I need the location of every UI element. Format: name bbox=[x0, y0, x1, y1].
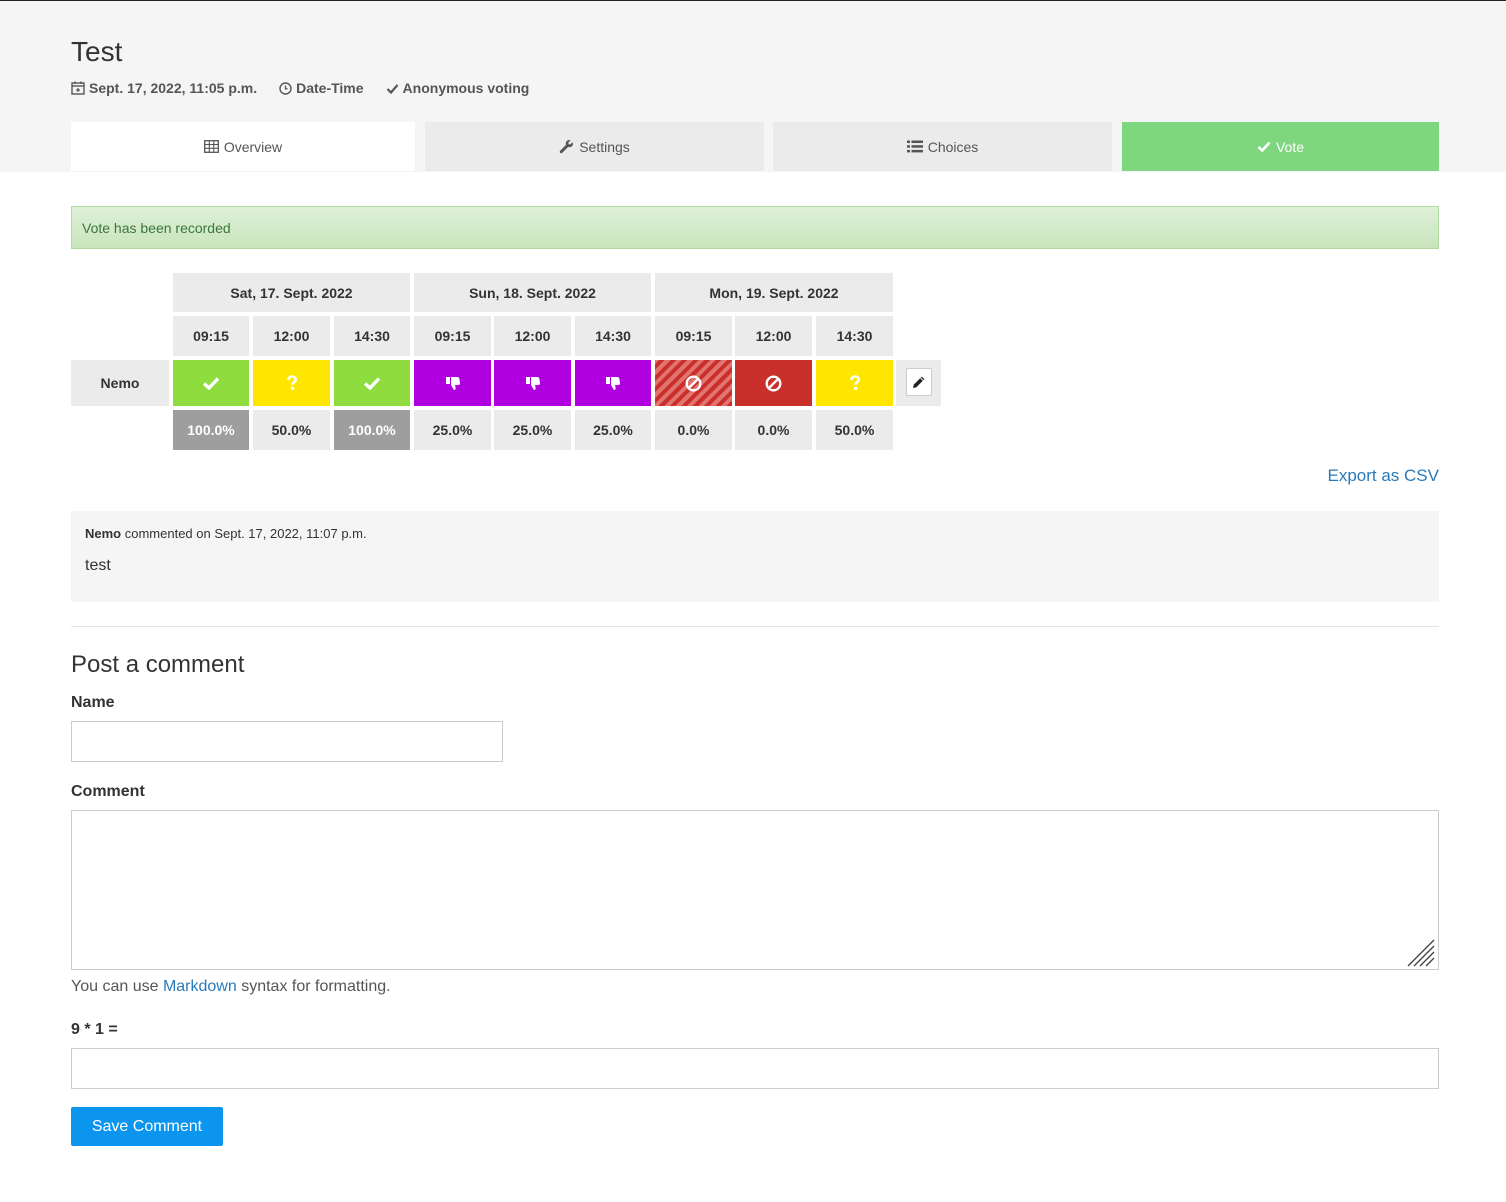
captcha-label: 9 * 1 = bbox=[71, 1021, 118, 1038]
poll-type-text: Date-Time bbox=[296, 80, 364, 96]
name-label: Name bbox=[71, 694, 115, 711]
poll-date: Sept. 17, 2022, 11:05 p.m. bbox=[71, 80, 257, 96]
poll-type: Date-Time bbox=[279, 80, 364, 96]
time-header: 09:15 bbox=[173, 316, 249, 356]
question-icon bbox=[849, 375, 860, 390]
score-cell-best: 100.0% bbox=[173, 410, 249, 450]
comment-author: Nemo bbox=[85, 526, 122, 541]
vote-cell-veto-striped bbox=[655, 360, 732, 406]
comment-label: Comment bbox=[71, 783, 145, 800]
clock-icon bbox=[279, 81, 292, 95]
poll-voting-text: Anonymous voting bbox=[402, 80, 530, 96]
comment-header: Nemo commented on Sept. 17, 2022, 11:07 … bbox=[85, 526, 367, 541]
wrench-icon bbox=[559, 140, 574, 154]
captcha-field[interactable] bbox=[71, 1048, 1439, 1089]
post-comment-heading: Post a comment bbox=[71, 651, 245, 678]
comment-field[interactable] bbox=[71, 810, 1439, 970]
vote-cell-maybe bbox=[816, 360, 893, 406]
vote-cell-yes bbox=[173, 360, 249, 406]
time-header: 12:00 bbox=[494, 316, 571, 356]
vote-cell-veto bbox=[735, 360, 812, 406]
poll-voting: Anonymous voting bbox=[386, 80, 530, 96]
check-icon bbox=[363, 377, 381, 390]
vote-cell-no bbox=[494, 360, 571, 406]
edit-vote-button[interactable] bbox=[906, 368, 932, 396]
day-header: Sat, 17. Sept. 2022 bbox=[173, 273, 410, 312]
check-icon bbox=[386, 83, 398, 94]
check-icon bbox=[202, 377, 220, 390]
voter-name: Nemo bbox=[71, 360, 169, 406]
vote-cell-no bbox=[414, 360, 491, 406]
score-cell: 0.0% bbox=[735, 410, 812, 450]
score-cell: 0.0% bbox=[655, 410, 732, 450]
name-field[interactable] bbox=[71, 721, 503, 762]
vote-cell-maybe bbox=[253, 360, 330, 406]
time-header: 12:00 bbox=[253, 316, 330, 356]
tab-settings[interactable]: Settings bbox=[425, 122, 764, 171]
table-icon bbox=[203, 140, 219, 153]
thumbs-down-icon bbox=[606, 377, 620, 390]
comment-text: test bbox=[85, 557, 111, 574]
check-icon bbox=[1257, 141, 1271, 153]
score-cell: 50.0% bbox=[816, 410, 893, 450]
day-header: Mon, 19. Sept. 2022 bbox=[655, 273, 893, 312]
day-header: Sun, 18. Sept. 2022 bbox=[414, 273, 651, 312]
ban-icon bbox=[685, 374, 702, 392]
markdown-help: You can use Markdown syntax for formatti… bbox=[71, 978, 391, 996]
comment: Nemo commented on Sept. 17, 2022, 11:07 … bbox=[71, 511, 1439, 602]
divider bbox=[71, 626, 1439, 627]
poll-date-text: Sept. 17, 2022, 11:05 p.m. bbox=[89, 80, 258, 96]
markdown-link[interactable]: Markdown bbox=[163, 978, 237, 995]
poll-title: Test bbox=[71, 36, 123, 67]
time-header: 12:00 bbox=[735, 316, 812, 356]
vote-recorded-alert: Vote has been recorded bbox=[71, 206, 1439, 249]
help-prefix: You can use bbox=[71, 978, 163, 995]
time-header: 14:30 bbox=[334, 316, 410, 356]
resize-handle-icon[interactable] bbox=[1406, 938, 1436, 968]
list-icon bbox=[906, 140, 923, 153]
help-suffix: syntax for formatting. bbox=[236, 978, 391, 995]
question-icon bbox=[286, 375, 297, 390]
tab-vote-label: Vote bbox=[1275, 138, 1305, 155]
tab-settings-label: Settings bbox=[579, 138, 630, 155]
time-header: 09:15 bbox=[414, 316, 491, 356]
score-cell-best: 100.0% bbox=[334, 410, 410, 450]
score-cell: 25.0% bbox=[575, 410, 651, 450]
export-csv-link[interactable]: Export as CSV bbox=[1328, 466, 1440, 486]
time-header: 14:30 bbox=[575, 316, 651, 356]
vote-cell-yes bbox=[334, 360, 410, 406]
time-header: 09:15 bbox=[655, 316, 732, 356]
comment-meta: commented on Sept. 17, 2022, 11:07 p.m. bbox=[121, 526, 367, 541]
score-cell: 25.0% bbox=[414, 410, 491, 450]
tab-choices-label: Choices bbox=[927, 138, 979, 155]
calendar-icon bbox=[71, 81, 85, 95]
vote-cell-no bbox=[575, 360, 651, 406]
score-cell: 25.0% bbox=[494, 410, 571, 450]
score-cell: 50.0% bbox=[253, 410, 330, 450]
poll-meta: Sept. 17, 2022, 11:05 p.m. Date-Time Ano… bbox=[71, 80, 551, 96]
time-header: 14:30 bbox=[816, 316, 893, 356]
thumbs-down-icon bbox=[445, 377, 460, 390]
thumbs-down-icon bbox=[525, 377, 540, 390]
save-comment-button[interactable]: Save Comment bbox=[71, 1107, 223, 1146]
tab-overview[interactable]: Overview bbox=[71, 122, 415, 171]
tab-overview-label: Overview bbox=[223, 138, 283, 155]
pencil-icon bbox=[913, 376, 925, 388]
tab-choices[interactable]: Choices bbox=[773, 122, 1112, 171]
tab-vote[interactable]: Vote bbox=[1122, 122, 1439, 171]
ban-icon bbox=[765, 374, 782, 392]
